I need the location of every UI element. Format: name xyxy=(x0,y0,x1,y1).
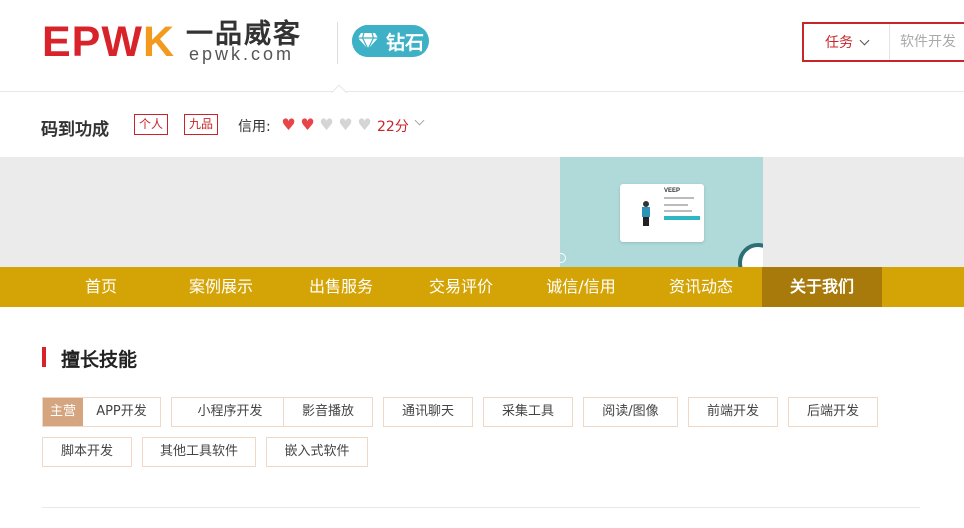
main-skill-name: APP开发 xyxy=(96,404,147,419)
banner-dot xyxy=(560,253,566,263)
skill-tag[interactable]: 嵌入式软件 xyxy=(266,437,368,467)
banner-card-line xyxy=(664,210,692,212)
credit-hearts: ♥ ♥ ♥ ♥ ♥ xyxy=(280,117,373,133)
main-skill-badge: 主营 xyxy=(43,398,83,426)
chevron-down-icon xyxy=(859,35,870,45)
heart-empty-icon: ♥ xyxy=(357,115,372,134)
figure-legs xyxy=(643,217,649,226)
skill-tag[interactable]: 脚本开发 xyxy=(42,437,132,467)
nav-item[interactable]: 资讯动态 xyxy=(641,267,761,307)
shop-banner: VEEP xyxy=(0,157,964,267)
diamond-level-badge[interactable]: 钻石 xyxy=(352,25,429,57)
skill-tag[interactable]: 阅读/图像 xyxy=(583,397,678,427)
banner-card-line xyxy=(664,197,694,199)
credit-label: 信用: xyxy=(238,119,271,135)
nav-item[interactable]: 案例展示 xyxy=(161,267,281,307)
diamond-icon xyxy=(352,25,384,57)
nav-item[interactable]: 交易评价 xyxy=(401,267,521,307)
search-type-label: 任务 xyxy=(825,35,853,51)
figure-body xyxy=(642,207,650,217)
chevron-down-icon[interactable] xyxy=(414,115,425,126)
banner-seal-icon xyxy=(738,243,763,267)
banner-person-figure xyxy=(642,201,650,226)
banner-illustration-card: VEEP xyxy=(620,184,704,242)
nav-item[interactable]: 首页 xyxy=(41,267,161,307)
banner-card-button xyxy=(664,216,700,220)
skill-tag[interactable]: 小程序开发 xyxy=(171,397,289,427)
nav-item[interactable]: 诚信/信用 xyxy=(521,267,641,307)
banner-card-title: VEEP xyxy=(664,188,681,194)
heart-filled-icon: ♥ xyxy=(281,115,296,134)
shop-nav: 首页 案例展示 出售服务 交易评价 诚信/信用 资讯动态 关于我们 xyxy=(0,267,964,307)
section-title-marker xyxy=(42,347,46,367)
search-input[interactable] xyxy=(890,24,964,60)
logo-k: K xyxy=(142,18,175,66)
logo-divider xyxy=(337,22,338,64)
heart-empty-icon: ♥ xyxy=(338,115,353,134)
banner-image: VEEP xyxy=(560,157,763,267)
skill-tag[interactable]: 后端开发 xyxy=(788,397,878,427)
main-skill-tag[interactable]: 主营 APP开发 xyxy=(42,397,161,427)
logo-domain: epwk.com xyxy=(189,44,295,64)
search-box: 任务 xyxy=(802,22,964,62)
skills-section-title: 擅长技能 xyxy=(61,349,138,371)
tag-personal: 个人 xyxy=(134,114,169,135)
epwk-logo[interactable]: EPW K xyxy=(42,18,175,66)
tag-rank: 九品 xyxy=(184,114,219,135)
skill-tag[interactable]: 影音播放 xyxy=(283,397,373,427)
skill-tag[interactable]: 采集工具 xyxy=(483,397,573,427)
shop-info-bar: 码到功成 个人 九品 信用: ♥ ♥ ♥ ♥ ♥ 22分 xyxy=(0,93,964,157)
shop-name[interactable]: 码到功成 xyxy=(41,115,109,140)
heart-empty-icon: ♥ xyxy=(319,115,334,134)
site-header: EPW K 一品威客 epwk.com 钻石 任务 xyxy=(0,0,964,92)
skill-tag[interactable]: 通讯聊天 xyxy=(383,397,473,427)
skill-tag[interactable]: 其他工具软件 xyxy=(142,437,256,467)
heart-filled-icon: ♥ xyxy=(300,115,315,134)
credit-score[interactable]: 22分 xyxy=(377,116,409,136)
nav-item[interactable]: 出售服务 xyxy=(281,267,401,307)
section-divider xyxy=(42,507,920,508)
skill-tag[interactable]: 前端开发 xyxy=(688,397,778,427)
search-type-select[interactable]: 任务 xyxy=(804,24,890,60)
diamond-badge-label: 钻石 xyxy=(386,31,425,54)
nav-item[interactable]: 关于我们 xyxy=(762,267,882,307)
logo-letters: EPW xyxy=(42,18,143,66)
banner-card-line xyxy=(664,204,688,206)
